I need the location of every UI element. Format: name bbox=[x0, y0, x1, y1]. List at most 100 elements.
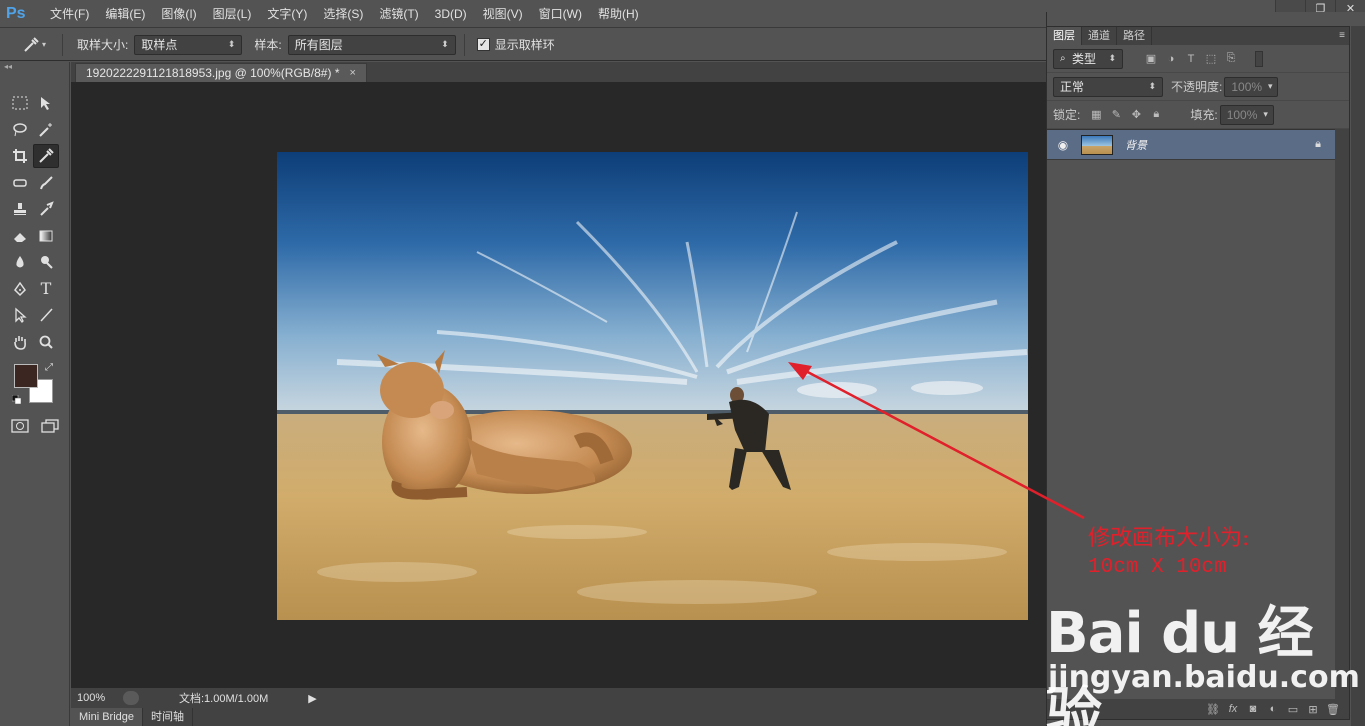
annotation-text: 修改画布大小为: 10cm X 10cm bbox=[1088, 524, 1249, 582]
sample-value: 所有图层 bbox=[294, 38, 343, 52]
healing-brush-tool-icon[interactable] bbox=[7, 171, 33, 195]
quick-mask-icon[interactable] bbox=[10, 418, 30, 434]
lock-all-icon[interactable]: 🔒︎ bbox=[1146, 108, 1166, 121]
tool-row: T bbox=[7, 276, 69, 303]
color-swatches: ⤢ bbox=[11, 362, 62, 410]
menu-items: 文件(F) 编辑(E) 图像(I) 图层(L) 文字(Y) 选择(S) 滤镜(T… bbox=[42, 0, 647, 28]
eyedropper-tool-preset-icon[interactable]: ▾ bbox=[14, 33, 54, 57]
pixel-filter-icon[interactable]: ▣ bbox=[1141, 52, 1161, 65]
collapsed-panel-strip[interactable] bbox=[1351, 26, 1365, 726]
menu-edit[interactable]: 编辑(E) bbox=[97, 0, 153, 28]
blend-mode-select[interactable]: 正常 ⬍ bbox=[1053, 76, 1163, 97]
move-tool-icon[interactable] bbox=[33, 91, 59, 115]
updown-arrow-icon: ⬍ bbox=[1148, 81, 1156, 91]
menu-view[interactable]: 视图(V) bbox=[475, 0, 531, 28]
sample-select[interactable]: 所有图层 ⬍ bbox=[287, 34, 456, 55]
close-tab-icon[interactable]: × bbox=[349, 64, 355, 83]
history-brush-tool-icon[interactable] bbox=[33, 197, 59, 221]
lock-transparent-icon[interactable]: ▦ bbox=[1086, 108, 1106, 121]
fill-field[interactable]: 100% ▾ bbox=[1219, 104, 1274, 125]
status-menu-arrow-icon[interactable]: ▶ bbox=[308, 692, 316, 705]
menu-3d[interactable]: 3D(D) bbox=[427, 0, 475, 28]
tool-row bbox=[7, 170, 69, 197]
zoom-level[interactable]: 100% bbox=[77, 692, 123, 704]
smart-object-filter-icon[interactable]: ⎘ bbox=[1221, 52, 1241, 65]
tab-layers[interactable]: 图层 bbox=[1047, 27, 1082, 45]
show-sampling-ring-label: 显示取样环 bbox=[494, 38, 555, 52]
status-bar: 100% 文档:1.00M/1.00M ▶ bbox=[71, 688, 1046, 708]
lock-position-icon[interactable]: ✥ bbox=[1126, 108, 1146, 121]
panel-menu-icon[interactable]: ≡ bbox=[1339, 27, 1345, 45]
sample-label: 样本: bbox=[254, 38, 282, 52]
blend-mode-row: 正常 ⬍ 不透明度: 100% ▾ bbox=[1047, 73, 1349, 101]
default-colors-icon[interactable] bbox=[11, 394, 22, 405]
type-tool-icon[interactable]: T bbox=[33, 277, 59, 301]
menu-window[interactable]: 窗口(W) bbox=[531, 0, 590, 28]
sample-size-value: 取样点 bbox=[141, 38, 178, 52]
brush-tool-icon[interactable] bbox=[33, 171, 59, 195]
sample-size-select[interactable]: 取样点 ⬍ bbox=[134, 34, 243, 55]
screen-mode-icon[interactable] bbox=[40, 418, 62, 434]
document-tab-title: 1920222291121818953.jpg @ 100%(RGB/8#) * bbox=[86, 65, 340, 80]
layer-filter-select[interactable]: ⌕ 类型 ⬍ bbox=[1053, 48, 1123, 69]
menu-image[interactable]: 图像(I) bbox=[153, 0, 204, 28]
foreground-color-swatch[interactable] bbox=[14, 364, 38, 388]
menu-select[interactable]: 选择(S) bbox=[315, 0, 371, 28]
layer-row-background[interactable]: ◉ 背景 🔒︎ bbox=[1047, 130, 1335, 160]
document-tab-bar: 1920222291121818953.jpg @ 100%(RGB/8#) *… bbox=[71, 62, 1046, 82]
shape-filter-icon[interactable]: ⬚ bbox=[1201, 52, 1221, 65]
magic-wand-tool-icon[interactable] bbox=[33, 118, 59, 142]
photoshop-logo: Ps bbox=[6, 4, 26, 22]
tool-row bbox=[7, 143, 69, 170]
options-separator bbox=[62, 33, 63, 56]
layer-name[interactable]: 背景 bbox=[1125, 137, 1147, 153]
tab-mini-bridge[interactable]: Mini Bridge bbox=[71, 708, 144, 726]
tool-row bbox=[7, 249, 69, 276]
tool-row bbox=[7, 90, 69, 117]
lock-image-icon[interactable]: ✎ bbox=[1106, 108, 1126, 121]
document-image[interactable] bbox=[277, 152, 1028, 620]
adjustment-filter-icon[interactable]: ◑ bbox=[1161, 53, 1181, 65]
hand-tool-icon[interactable] bbox=[7, 330, 33, 354]
menu-help[interactable]: 帮助(H) bbox=[590, 0, 647, 28]
lock-icon: 🔒︎ bbox=[1315, 138, 1321, 150]
menu-file[interactable]: 文件(F) bbox=[42, 0, 97, 28]
menu-layer[interactable]: 图层(L) bbox=[205, 0, 260, 28]
gradient-tool-icon[interactable] bbox=[33, 224, 59, 248]
pen-tool-icon[interactable] bbox=[7, 277, 33, 301]
type-filter-icon[interactable]: T bbox=[1181, 53, 1201, 65]
baidu-url: jingyan.baidu.com bbox=[1048, 660, 1360, 695]
eraser-tool-icon[interactable] bbox=[7, 224, 33, 248]
filter-toggle[interactable] bbox=[1255, 50, 1263, 67]
tab-timeline[interactable]: 时间轴 bbox=[143, 708, 194, 726]
tab-paths[interactable]: 路径 bbox=[1117, 27, 1152, 45]
swap-colors-icon[interactable]: ⤢ bbox=[45, 362, 53, 373]
zoom-tool-icon[interactable] bbox=[33, 330, 59, 354]
opacity-field[interactable]: 100% ▾ bbox=[1224, 76, 1279, 97]
updown-arrow-icon: ⬍ bbox=[1108, 53, 1116, 63]
export-icon[interactable] bbox=[123, 691, 139, 705]
desert-pig-photo bbox=[277, 152, 1028, 620]
crop-tool-icon[interactable] bbox=[7, 144, 33, 168]
layer-thumbnail bbox=[1081, 134, 1113, 155]
line-tool-icon[interactable] bbox=[33, 303, 59, 327]
lasso-tool-icon[interactable] bbox=[7, 118, 33, 142]
annotation-line-1: 修改画布大小为: bbox=[1088, 526, 1250, 551]
baidu-logo: Bai du 经验 bbox=[1046, 601, 1314, 726]
canvas-area[interactable] bbox=[71, 82, 1046, 688]
dropdown-arrow-icon: ▾ bbox=[1268, 81, 1273, 91]
document-tab[interactable]: 1920222291121818953.jpg @ 100%(RGB/8#) *… bbox=[75, 63, 367, 82]
clone-stamp-tool-icon[interactable] bbox=[7, 197, 33, 221]
options-separator bbox=[463, 33, 465, 56]
show-sampling-ring-checkbox[interactable]: ✓ bbox=[476, 38, 490, 51]
dodge-tool-icon[interactable] bbox=[33, 250, 59, 274]
path-selection-tool-icon[interactable] bbox=[7, 303, 33, 327]
blur-tool-icon[interactable] bbox=[7, 250, 33, 274]
eyedropper-tool-icon[interactable] bbox=[33, 144, 59, 169]
tab-channels[interactable]: 通道 bbox=[1082, 27, 1117, 45]
eye-icon[interactable]: ◉ bbox=[1053, 138, 1073, 152]
menu-type[interactable]: 文字(Y) bbox=[259, 0, 315, 28]
menu-filter[interactable]: 滤镜(T) bbox=[371, 0, 426, 28]
collapse-arrows-icon[interactable]: ◂◂ bbox=[0, 62, 69, 72]
marquee-tool-icon[interactable] bbox=[7, 91, 33, 115]
